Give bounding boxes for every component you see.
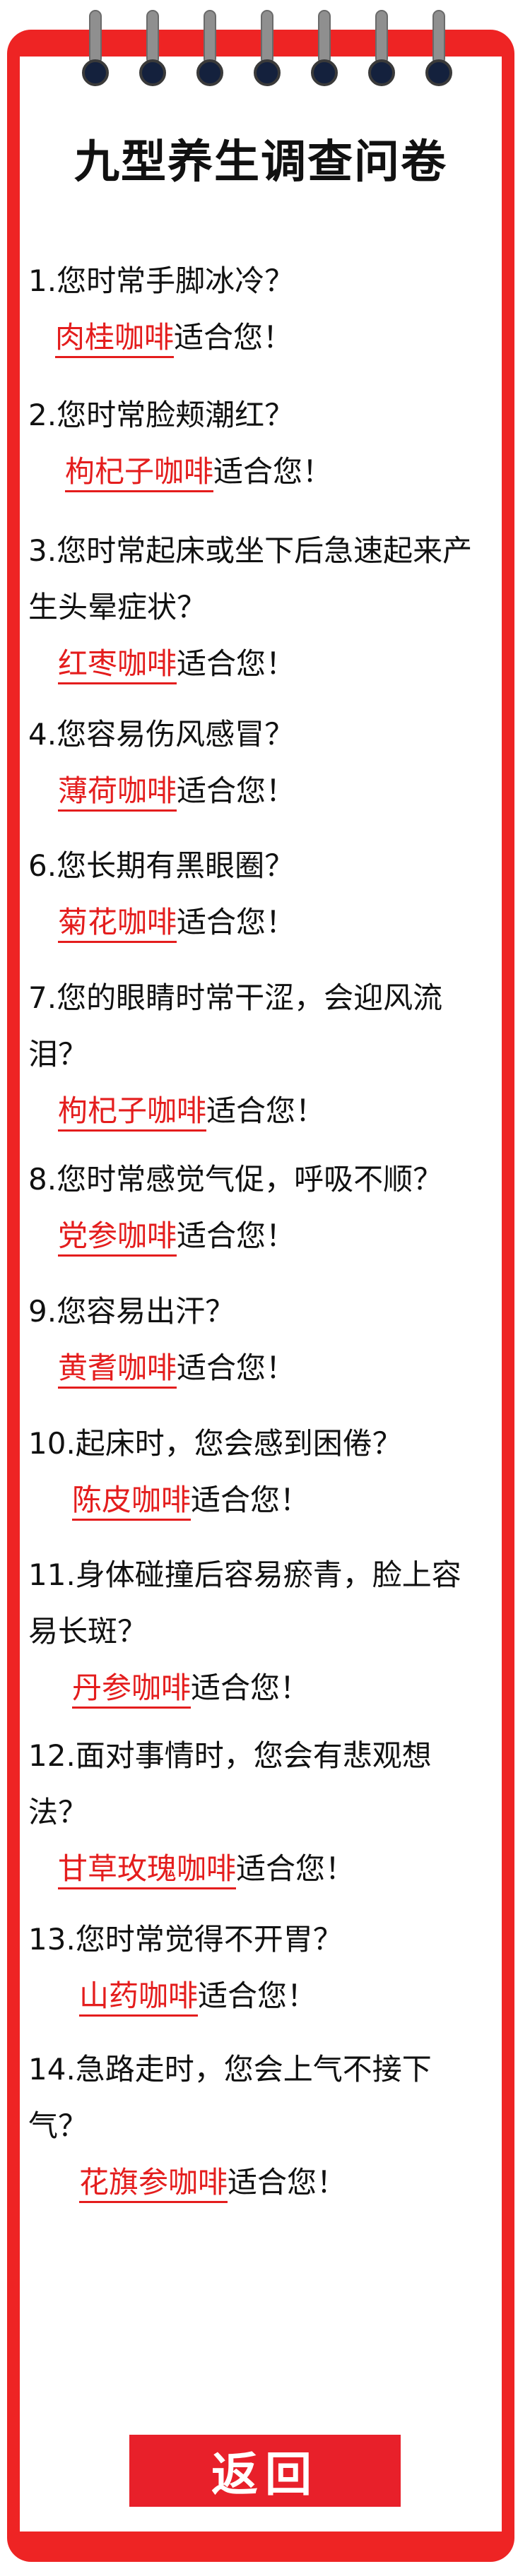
coffee-link[interactable]: 甘草玫瑰咖啡 [58, 1851, 237, 1889]
question-item: 9.您容易出汗？ 黄耆咖啡适合您！ [28, 1283, 488, 1396]
answer-line: 红枣咖啡适合您！ [28, 636, 488, 692]
binder-ring-icon [311, 10, 338, 86]
answer-line: 枸杞子咖啡适合您！ [28, 444, 488, 500]
answer-suffix: 适合您！ [177, 1351, 296, 1385]
coffee-link[interactable]: 菊花咖啡 [58, 904, 177, 943]
coffee-link[interactable]: 山药咖啡 [79, 1978, 199, 2017]
question-item: 8.您时常感觉气促，呼吸不顺？ 党参咖啡适合您！ [28, 1151, 488, 1264]
answer-line: 甘草玫瑰咖啡适合您！ [28, 1841, 488, 1897]
binder-ring-icon [139, 10, 166, 86]
question-text: 13.您时常觉得不开胃？ [28, 1922, 343, 1957]
coffee-link[interactable]: 黄耆咖啡 [58, 1350, 177, 1389]
question-item: 7.您的眼睛时常干涩，会迎风流泪？ 枸杞子咖啡适合您！ [28, 970, 488, 1139]
question-text: 10.起床时，您会感到困倦？ [28, 1426, 402, 1461]
coffee-link[interactable]: 肉桂咖啡 [55, 319, 175, 358]
answer-line: 菊花咖啡适合您！ [28, 894, 488, 951]
answer-suffix: 适合您！ [191, 1670, 310, 1705]
question-text: 6.您长期有黑眼圈？ [28, 848, 295, 883]
question-item: 13.您时常觉得不开胃？ 山药咖啡适合您！ [28, 1911, 488, 2024]
question-text: 14.急路走时，您会上气不接下气？ [28, 2052, 432, 2143]
binder-ring-icon [82, 10, 109, 86]
binder-ring-icon [254, 10, 281, 86]
question-text: 8.您时常感觉气促，呼吸不顺？ [28, 1162, 443, 1197]
answer-suffix: 适合您！ [236, 1851, 355, 1886]
answer-line: 黄耆咖啡适合您！ [28, 1340, 488, 1396]
question-text: 9.您容易出汗？ [28, 1294, 235, 1329]
answer-suffix: 适合您！ [177, 773, 296, 808]
answer-line: 花旗参咖啡适合您！ [28, 2154, 488, 2211]
question-text: 3.您时常起床或坐下后急速起来产生头晕症状？ [28, 533, 473, 624]
page-title: 九型养生调查问卷 [74, 136, 447, 189]
question-item: 11.身体碰撞后容易瘀青，脸上容易长斑？ 丹参咖啡适合您！ [28, 1547, 488, 1716]
binder-ring-icon [425, 10, 452, 86]
answer-suffix: 适合您！ [177, 1218, 296, 1253]
back-button[interactable]: 返回 [129, 2435, 401, 2507]
question-text: 4.您容易伤风感冒？ [28, 717, 295, 752]
question-text: 12.面对事情时，您会有悲观想法？ [28, 1738, 432, 1829]
question-item: 3.您时常起床或坐下后急速起来产生头晕症状？ 红枣咖啡适合您！ [28, 523, 488, 692]
question-item: 12.面对事情时，您会有悲观想法？ 甘草玫瑰咖啡适合您！ [28, 1728, 488, 1897]
coffee-link[interactable]: 枸杞子咖啡 [65, 453, 214, 492]
question-text: 1.您时常手脚冰冷？ [28, 263, 295, 298]
question-item: 4.您容易伤风感冒？ 薄荷咖啡适合您！ [28, 706, 488, 819]
answer-suffix: 适合您！ [213, 454, 333, 489]
answer-line: 肉桂咖啡适合您！ [28, 309, 488, 366]
answer-line: 枸杞子咖啡适合您！ [28, 1083, 488, 1139]
question-text: 7.您的眼睛时常干涩，会迎风流泪？ [28, 980, 443, 1072]
question-item: 14.急路走时，您会上气不接下气？ 花旗参咖啡适合您！ [28, 2041, 488, 2211]
answer-suffix: 适合您！ [177, 905, 296, 939]
binder-ring-icon [196, 10, 223, 86]
coffee-link[interactable]: 丹参咖啡 [72, 1670, 192, 1709]
binder-ring-icon [368, 10, 395, 86]
answer-line: 丹参咖啡适合您！ [28, 1660, 488, 1716]
question-item: 1.您时常手脚冰冷？ 肉桂咖啡适合您！ [28, 253, 488, 366]
answer-line: 陈皮咖啡适合您！ [28, 1472, 488, 1529]
coffee-link[interactable]: 党参咖啡 [58, 1218, 177, 1257]
coffee-link[interactable]: 枸杞子咖啡 [58, 1093, 207, 1132]
question-item: 6.您长期有黑眼圈？ 菊花咖啡适合您！ [28, 838, 488, 951]
coffee-link[interactable]: 薄荷咖啡 [58, 773, 177, 812]
coffee-link[interactable]: 红枣咖啡 [58, 646, 177, 684]
answer-suffix: 适合您！ [174, 320, 293, 355]
answer-line: 党参咖啡适合您！ [28, 1208, 488, 1264]
question-item: 10.起床时，您会感到困倦？ 陈皮咖啡适合您！ [28, 1415, 488, 1529]
answer-suffix: 适合您！ [191, 1483, 310, 1517]
answer-line: 薄荷咖啡适合您！ [28, 763, 488, 819]
answer-suffix: 适合您！ [228, 2165, 347, 2200]
answer-line: 山药咖啡适合您！ [28, 1968, 488, 2024]
question-text: 11.身体碰撞后容易瘀青，脸上容易长斑？ [28, 1557, 461, 1649]
answer-suffix: 适合您！ [206, 1093, 326, 1128]
answer-suffix: 适合您！ [177, 646, 296, 681]
question-text: 2.您时常脸颊潮红？ [28, 398, 295, 432]
question-item: 2.您时常脸颊潮红？ 枸杞子咖啡适合您！ [28, 387, 488, 500]
coffee-link[interactable]: 花旗参咖啡 [79, 2164, 228, 2203]
answer-suffix: 适合您！ [198, 1978, 317, 2013]
coffee-link[interactable]: 陈皮咖啡 [72, 1482, 192, 1521]
